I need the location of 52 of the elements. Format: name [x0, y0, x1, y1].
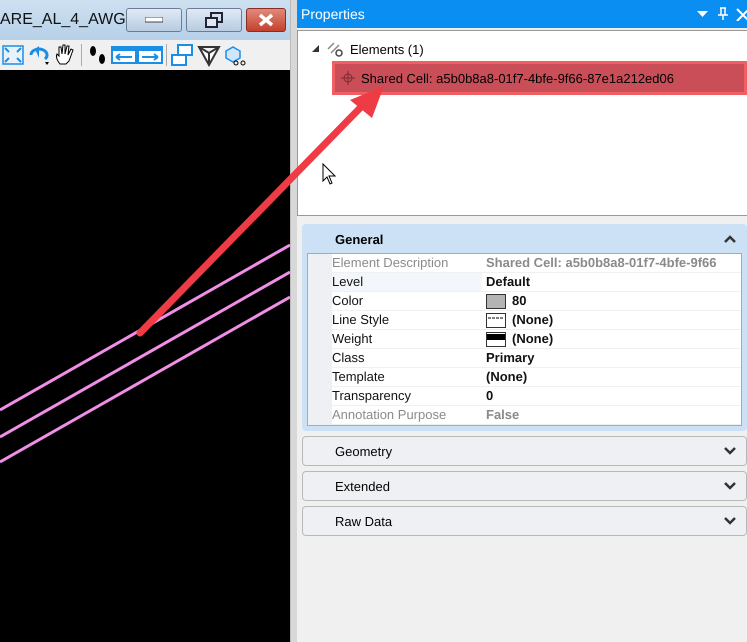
tree-item[interactable]: Elements (1)	[350, 42, 424, 56]
section-header[interactable]: General	[303, 225, 746, 253]
property-value: 0	[486, 387, 494, 405]
panel-title: Properties	[301, 6, 366, 22]
close-icon	[258, 13, 274, 27]
expand-chevron-icon[interactable]	[724, 447, 736, 455]
property-label: Class	[332, 349, 482, 368]
close-button[interactable]	[246, 8, 286, 32]
section-header[interactable]: Geometry	[303, 437, 746, 465]
elements-icon	[326, 41, 344, 57]
property-label: Transparency	[332, 387, 482, 406]
expand-chevron-icon[interactable]	[724, 482, 736, 490]
arrow-right-icon[interactable]	[137, 43, 163, 67]
section-title: Geometry	[335, 444, 394, 458]
section-title: Extended	[335, 478, 391, 494]
property-label: Level	[332, 273, 482, 292]
property-value: Shared Cell: a5b0b8a8-01f7-4bfe-9f66	[486, 254, 716, 272]
property-value: Primary	[486, 349, 534, 367]
property-value: Default	[486, 273, 530, 291]
minimize-button[interactable]	[126, 8, 182, 32]
tree-item[interactable]: Shared Cell: a5b0b8a8-01f7-4bfe-9f66-87e1a212ed06	[332, 61, 747, 95]
collapse-chevron-icon[interactable]	[724, 235, 736, 243]
property-value: 80	[512, 292, 526, 310]
property-value: (None)	[512, 311, 554, 329]
property-label: Color	[332, 292, 482, 311]
section-title: Raw Data	[335, 514, 394, 528]
color-swatch	[486, 294, 506, 308]
property-value: (None)	[486, 368, 528, 386]
restore-button[interactable]	[186, 8, 242, 32]
cell-icon	[341, 71, 355, 85]
fit-view-icon[interactable]	[0, 43, 26, 67]
section-header[interactable]: Raw Data	[303, 507, 746, 535]
line-weight-icon	[486, 332, 506, 346]
dropdown-caret-icon[interactable]	[697, 10, 709, 18]
section-title: General	[335, 232, 384, 246]
property-value: (None)	[512, 330, 554, 348]
line-style-icon	[486, 312, 506, 328]
property-label: Weight	[332, 330, 482, 349]
property-value: False	[486, 406, 520, 424]
section-header[interactable]: Extended	[303, 472, 746, 500]
cursor-icon	[322, 162, 336, 185]
pin-icon[interactable]	[715, 7, 731, 21]
cube-icon[interactable]	[196, 43, 222, 67]
property-label: Line Style	[332, 311, 482, 330]
minimize-icon	[145, 17, 163, 23]
property-label: Template	[332, 368, 482, 387]
expanded-triangle-icon[interactable]	[312, 45, 320, 53]
restore-icon	[204, 12, 224, 28]
expand-chevron-icon[interactable]	[724, 517, 736, 525]
property-label: Annotation Purpose	[332, 406, 482, 425]
window-title: ARE_AL_4_AWG	[0, 11, 126, 29]
close-icon[interactable]	[735, 7, 747, 21]
